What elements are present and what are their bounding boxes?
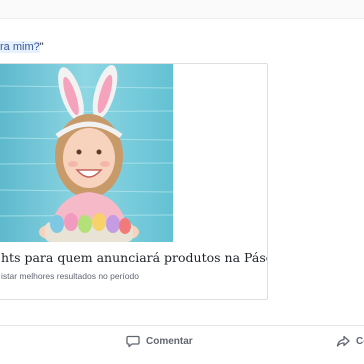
post-text-highlight[interactable]: ra mim? bbox=[0, 41, 40, 53]
top-bar bbox=[0, 0, 364, 19]
share-button[interactable]: Co bbox=[336, 333, 364, 349]
share-icon bbox=[336, 334, 350, 348]
post-text: ra mim?" bbox=[0, 41, 44, 53]
comment-label: Comentar bbox=[146, 335, 193, 347]
comment-button[interactable]: Comentar bbox=[126, 333, 193, 349]
action-bar-divider bbox=[0, 325, 364, 326]
share-label: Co bbox=[356, 335, 364, 347]
post-text-tail: " bbox=[39, 41, 44, 53]
comment-icon bbox=[126, 334, 140, 348]
link-preview-card[interactable]: hts para quem anunciará produtos na Pásc… bbox=[0, 63, 268, 300]
feed-post: ra mim?" hts para quem anunciará produto… bbox=[0, 0, 364, 364]
link-preview-title[interactable]: hts para quem anunciará produtos na Pásc… bbox=[1, 250, 267, 265]
link-preview-image[interactable] bbox=[0, 64, 173, 242]
easter-girl-photo bbox=[0, 64, 173, 242]
link-preview-description: istar melhores resultados no período bbox=[1, 271, 139, 281]
